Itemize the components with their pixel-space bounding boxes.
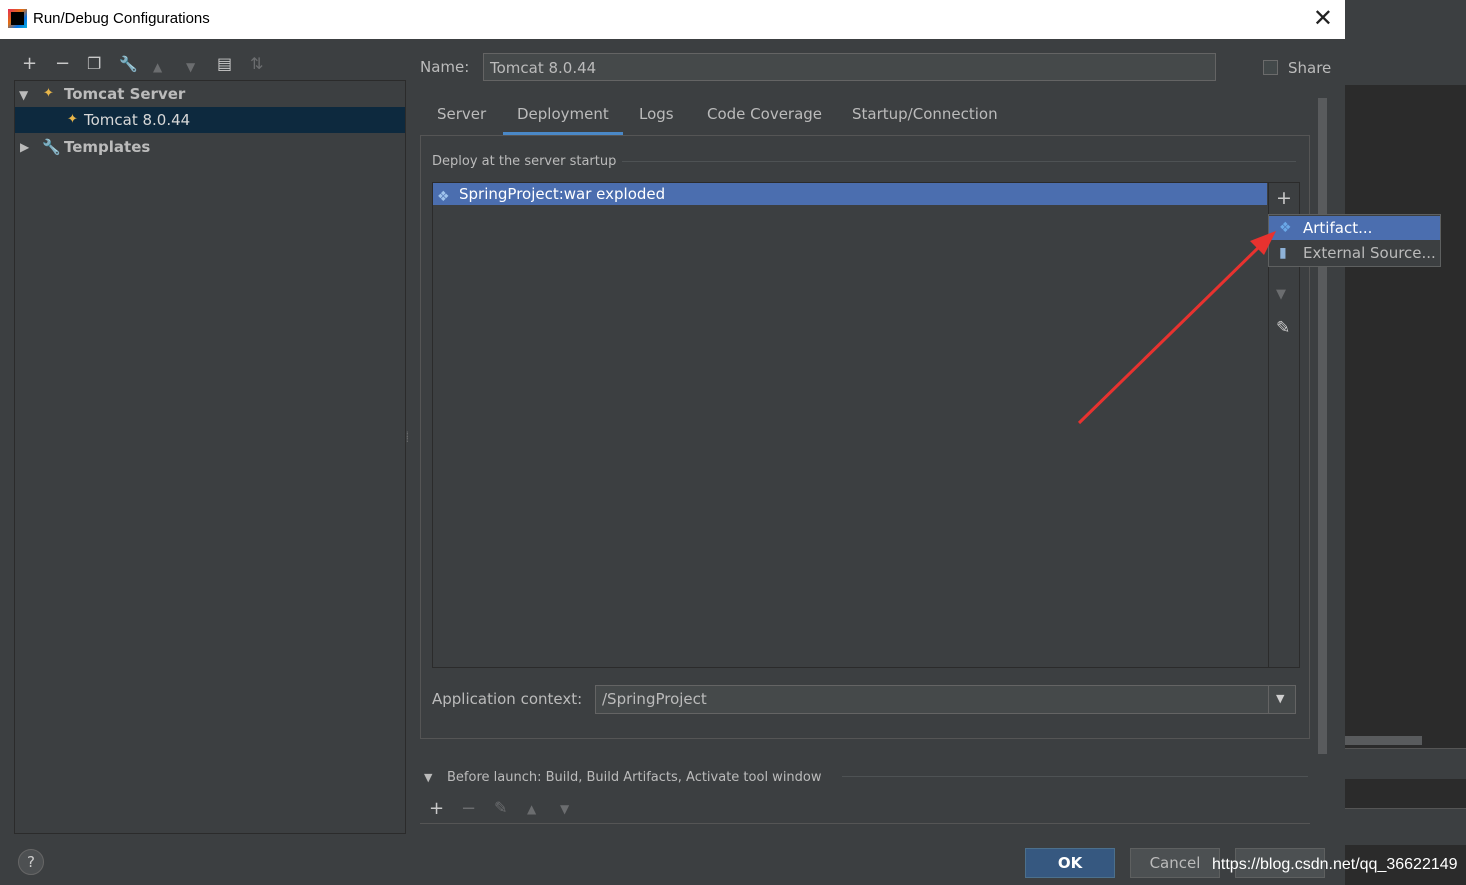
ok-button[interactable]: OK bbox=[1025, 848, 1115, 878]
pencil-icon[interactable]: ✎ bbox=[1276, 318, 1290, 338]
before-launch-title: Before launch: Build, Build Artifacts, A… bbox=[447, 770, 822, 785]
remove-icon[interactable]: − bbox=[461, 798, 476, 819]
move-down-icon[interactable]: ▼ bbox=[186, 57, 195, 77]
tree-item-label: Tomcat 8.0.44 bbox=[84, 111, 191, 129]
tomcat-icon: ✦ bbox=[43, 86, 54, 101]
intellij-logo-icon bbox=[8, 9, 27, 28]
tree-item-label: Templates bbox=[64, 138, 151, 156]
before-launch-list bbox=[420, 823, 1310, 832]
share-label[interactable]: Share bbox=[1288, 59, 1331, 77]
add-icon[interactable]: + bbox=[1276, 187, 1292, 209]
tomcat-icon: ✦ bbox=[67, 112, 78, 127]
deploy-item-label: SpringProject:war exploded bbox=[459, 185, 666, 203]
tree-item-tomcat-8[interactable]: ✦ Tomcat 8.0.44 bbox=[15, 107, 405, 133]
folder-icon[interactable]: ▤ bbox=[217, 54, 232, 74]
name-label: Name: bbox=[420, 58, 470, 76]
ide-scrollbar[interactable] bbox=[1345, 736, 1422, 745]
close-button[interactable]: ✕ bbox=[1313, 4, 1333, 32]
help-button[interactable]: ? bbox=[18, 849, 44, 875]
section-divider bbox=[622, 161, 1296, 162]
app-context-value[interactable]: /SpringProject bbox=[602, 690, 707, 708]
menu-item-label: External Source... bbox=[1303, 244, 1436, 262]
wrench-icon: 🔧 bbox=[42, 138, 61, 156]
tab-server[interactable]: Server bbox=[437, 105, 486, 123]
expand-arrow-icon[interactable]: ▼ bbox=[19, 82, 28, 108]
tab-startup-connection[interactable]: Startup/Connection bbox=[852, 105, 998, 123]
artifact-icon: ❖ bbox=[437, 189, 450, 205]
add-icon[interactable]: + bbox=[429, 798, 444, 819]
deploy-section-title: Deploy at the server startup bbox=[432, 154, 617, 169]
tree-item-tomcat-server[interactable]: ▼ ✦ Tomcat Server bbox=[15, 81, 405, 107]
cancel-button[interactable]: Cancel bbox=[1130, 848, 1220, 878]
watermark-text: https://blog.csdn.net/qq_36622149 bbox=[1212, 856, 1458, 873]
title-bar: Run/Debug Configurations ✕ bbox=[0, 0, 1345, 39]
tree-item-label: Tomcat Server bbox=[64, 85, 186, 103]
tree-item-templates[interactable]: ▶ 🔧 Templates bbox=[15, 134, 405, 160]
sort-icon[interactable]: ⇅ bbox=[250, 54, 263, 74]
move-up-icon[interactable]: ▲ bbox=[153, 57, 162, 77]
menu-item-label: Artifact... bbox=[1303, 219, 1373, 237]
artifact-icon: ❖ bbox=[1279, 220, 1292, 236]
add-popup-menu: ❖ Artifact... ▮ External Source... bbox=[1268, 214, 1441, 267]
section-divider bbox=[842, 776, 1308, 777]
tab-code-coverage[interactable]: Code Coverage bbox=[707, 105, 822, 123]
collapse-arrow-icon[interactable]: ▼ bbox=[424, 771, 432, 784]
archive-icon: ▮ bbox=[1279, 245, 1287, 261]
copy-icon[interactable]: ❐ bbox=[87, 54, 101, 74]
tab-deployment[interactable]: Deployment bbox=[517, 105, 609, 123]
name-input[interactable]: Tomcat 8.0.44 bbox=[483, 53, 1216, 81]
wrench-icon[interactable]: 🔧 bbox=[119, 54, 138, 74]
deploy-list-item[interactable]: ❖ SpringProject:war exploded bbox=[433, 183, 1267, 205]
menu-item-artifact[interactable]: ❖ Artifact... bbox=[1269, 216, 1440, 240]
menu-item-external-source[interactable]: ▮ External Source... bbox=[1269, 241, 1440, 265]
window-title: Run/Debug Configurations bbox=[33, 10, 210, 27]
chevron-down-icon: ▼ bbox=[1276, 692, 1285, 705]
dropdown-button[interactable]: ▼ bbox=[1268, 686, 1295, 713]
ide-strip bbox=[1345, 0, 1466, 85]
add-icon[interactable]: + bbox=[22, 54, 37, 74]
config-tree: ▼ ✦ Tomcat Server ✦ Tomcat 8.0.44 ▶ 🔧 Te… bbox=[14, 80, 406, 834]
move-up-icon[interactable]: ▲ bbox=[527, 802, 536, 816]
splitter-handle[interactable]: ⁞ ⁞ bbox=[406, 431, 412, 452]
deploy-list bbox=[432, 182, 1300, 668]
pencil-icon[interactable]: ✎ bbox=[494, 798, 507, 817]
collapse-arrow-icon[interactable]: ▶ bbox=[20, 134, 29, 160]
vertical-scrollbar[interactable] bbox=[1318, 98, 1327, 754]
share-checkbox[interactable] bbox=[1263, 60, 1278, 75]
tab-logs[interactable]: Logs bbox=[639, 105, 674, 123]
ide-strip bbox=[1345, 808, 1466, 845]
move-down-icon[interactable]: ▼ bbox=[560, 802, 569, 816]
move-down-icon[interactable]: ▼ bbox=[1276, 287, 1286, 302]
ide-background bbox=[1345, 0, 1466, 885]
remove-icon[interactable]: − bbox=[55, 54, 70, 74]
ide-strip bbox=[1345, 748, 1466, 779]
app-context-label: Application context: bbox=[432, 690, 583, 708]
